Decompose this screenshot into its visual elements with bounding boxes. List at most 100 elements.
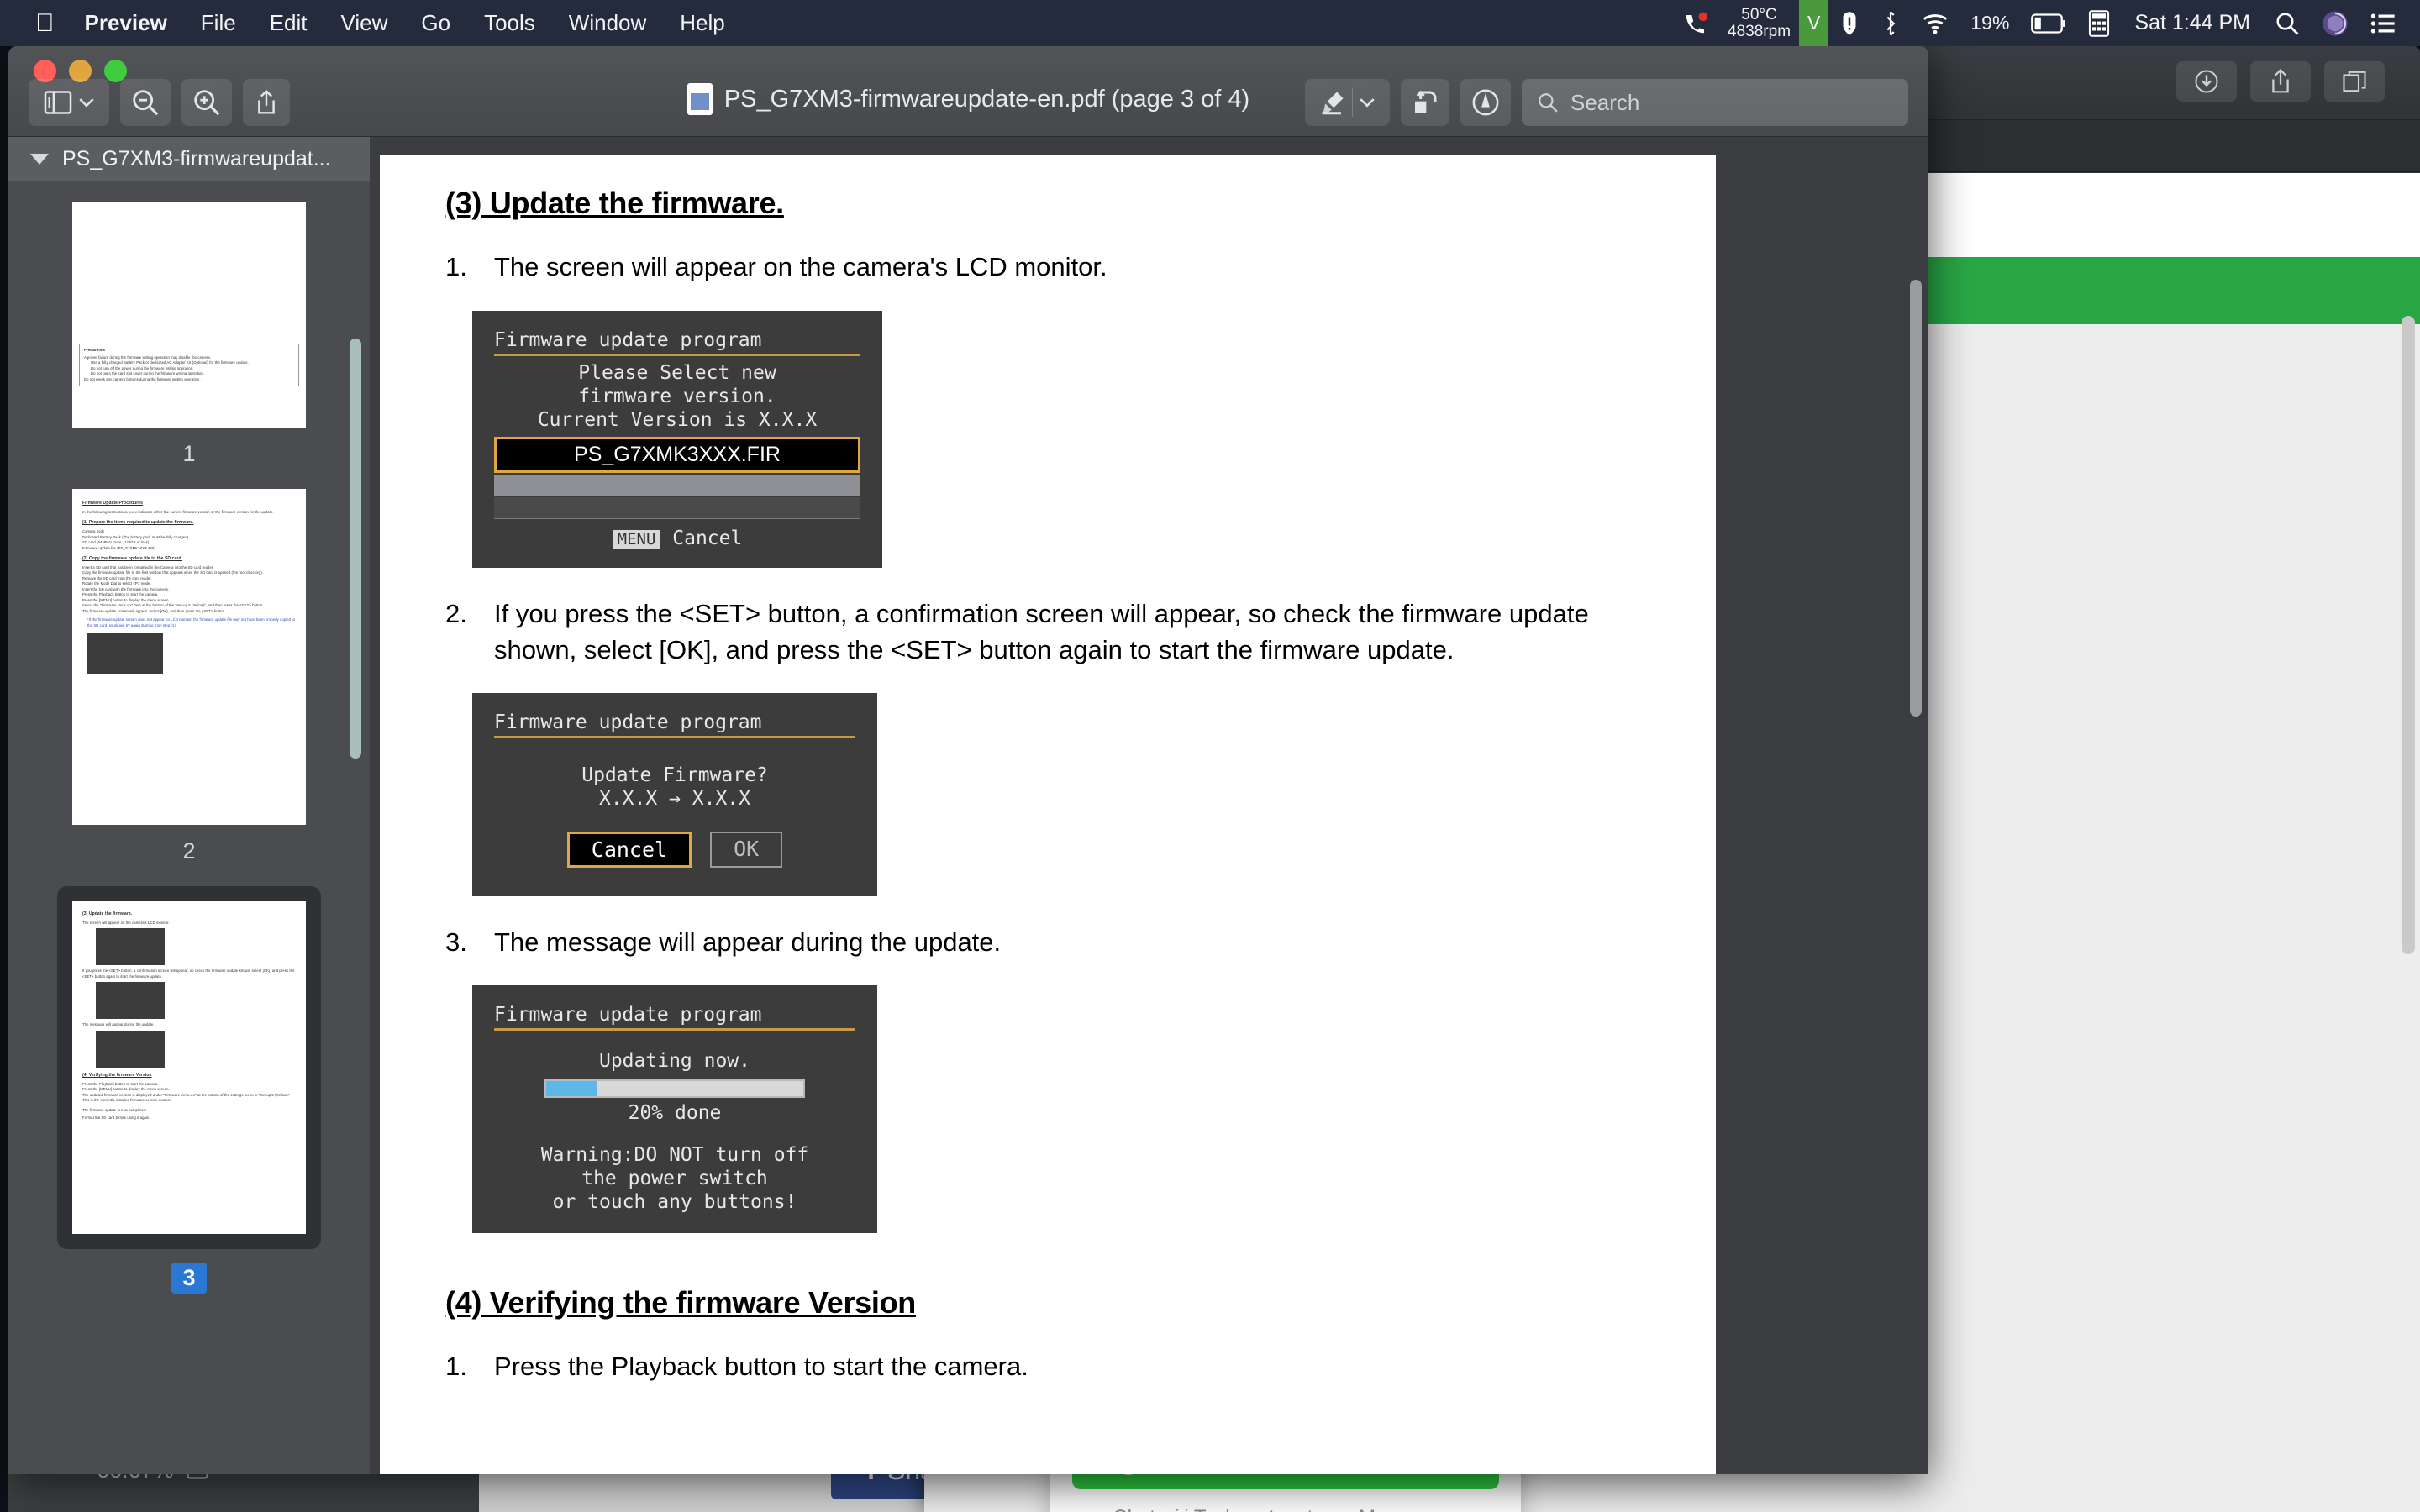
sidebar-toggle-button[interactable]	[29, 79, 109, 126]
precautions-title: Precautions	[84, 348, 106, 352]
preview-sidebar[interactable]: PS_G7XM3-firmwareupdat... Precautions A …	[8, 137, 370, 1474]
thumb3-h2: (4) Verifying the firmware Version	[82, 1072, 152, 1078]
camera-line: Please Select new	[578, 361, 776, 384]
siri-icon[interactable]	[2311, 0, 2360, 46]
menu-bar-app-menus:  Preview File Edit View Go Tools Window…	[0, 0, 742, 46]
menu-key-badge: MENU	[612, 529, 661, 549]
mac-menu-bar[interactable]:  Preview File Edit View Go Tools Window…	[0, 0, 2420, 46]
preview-toolbar-left	[29, 79, 290, 126]
menu-preview[interactable]: Preview	[68, 0, 184, 46]
chevron-down-icon	[79, 98, 94, 108]
camera-warning: Warning:DO NOT turn off	[540, 1144, 809, 1167]
camera-cancel-button: Cancel	[566, 831, 692, 868]
menu-window[interactable]: Window	[552, 0, 663, 46]
update-progress-bar	[544, 1079, 805, 1099]
thumb3-screenshot-3	[96, 1030, 165, 1068]
document-scrollbar[interactable]	[1910, 280, 1922, 717]
camera-firmware-file: PS_G7XMK3XXX.FIR	[494, 436, 860, 473]
thumb3-step: The message will appear during the updat…	[82, 1022, 155, 1027]
sidebar-thumbnail-list[interactable]: Precautions A power failure during the f…	[8, 181, 370, 1474]
document-view-area[interactable]: (3) Update the firmware. 1. The screen w…	[370, 137, 1928, 1474]
zoom-in-button[interactable]	[182, 79, 232, 126]
thumb2-screenshot	[87, 633, 163, 675]
page-thumbnail: Firmware Update Procedures In the follow…	[72, 489, 306, 825]
preview-share-button[interactable]	[243, 79, 290, 126]
search-placeholder: Search	[1570, 89, 1640, 115]
zoom-out-button[interactable]	[120, 79, 171, 126]
thumb2-item: Firmware update file (PS_G7XMK3XXX.FIR)	[82, 545, 155, 550]
sidebar-icon	[44, 91, 72, 114]
collapse-triangle-icon[interactable]	[30, 153, 49, 165]
thumbnail-page-2[interactable]: Firmware Update Procedures In the follow…	[8, 467, 370, 864]
menu-file[interactable]: File	[184, 0, 253, 46]
sidebar-header[interactable]: PS_G7XM3-firmwareupdat...	[8, 137, 370, 181]
menu-view[interactable]: View	[324, 0, 405, 46]
camera-line: Update Firmware?	[581, 764, 768, 787]
wifi-icon[interactable]	[1911, 0, 1960, 46]
preview-body: PS_G7XM3-firmwareupdat... Precautions A …	[8, 137, 1928, 1474]
step-number: 1.	[445, 1351, 467, 1381]
step-number: 1.	[445, 252, 467, 281]
phone-badge-icon[interactable]	[1672, 0, 1719, 46]
safari-toolbar-buttons	[2176, 61, 2385, 102]
camera-screen-title: Firmware update program	[494, 711, 855, 739]
thumb3-h1: (3) Update the firmware.	[82, 911, 133, 916]
screen-root: VnExpress - B... Quần thể du lị... + f	[0, 0, 2420, 1512]
safari-share-button[interactable]	[2250, 61, 2311, 102]
thumbnail-page-3[interactable]: (3) Update the firmware. The screen will…	[8, 864, 370, 1294]
thumb3-screenshot-1	[96, 928, 165, 966]
chevron-down-icon	[1360, 98, 1375, 108]
tab-overview-button[interactable]	[2324, 61, 2385, 102]
zoom-in-icon	[194, 90, 220, 116]
menu-edit[interactable]: Edit	[253, 0, 324, 46]
thumb2-item: The firmware update screen will appear. …	[82, 608, 226, 613]
spotlight-search-icon[interactable]	[2264, 0, 2311, 46]
calculator-icon[interactable]	[2077, 0, 2121, 46]
page-title: PS_G7XM3-firmwareupdate-en.pdf (page 3 o…	[723, 85, 1250, 113]
step-text: If you press the <SET> button, a confirm…	[494, 598, 1589, 664]
precautions-line: Do not press any camera buttons during t…	[84, 376, 201, 381]
thumbnail-page-number: 1	[182, 441, 196, 466]
camera-list-row	[494, 474, 860, 496]
thumbnail-selection-frame: (3) Update the firmware. The screen will…	[57, 886, 321, 1249]
camera-screen-updating: Firmware update program Updating now. 20…	[472, 985, 877, 1233]
camera-line: firmware version.	[578, 385, 776, 407]
annotate-button[interactable]	[1460, 79, 1511, 126]
battery-icon[interactable]	[2020, 0, 2077, 46]
menu-help[interactable]: Help	[663, 0, 741, 46]
share-icon	[258, 89, 275, 114]
menu-tools[interactable]: Tools	[467, 0, 552, 46]
menu-go[interactable]: Go	[404, 0, 467, 46]
temperature-monitor[interactable]: 50°C 4838rpm	[1719, 0, 1799, 46]
step-text: The message will appear during the updat…	[494, 927, 1002, 957]
thumb2-h1: (1) Prepare the items required to update…	[82, 520, 194, 526]
document-step-2: 2. If you press the <SET> button, a conf…	[445, 596, 1657, 669]
menu-bar-clock[interactable]: Sat 1:44 PM	[2121, 0, 2264, 46]
camera-warning: or touch any buttons!	[552, 1191, 797, 1214]
apple-menu-icon[interactable]: 	[22, 0, 68, 46]
messenger-subtext: Chat với Techspot.vn trong Messenger	[1072, 1506, 1499, 1512]
fan-speed: 4838rpm	[1728, 22, 1791, 40]
preview-window[interactable]: PS_G7XM3-firmwareupdate-en.pdf (page 3 o…	[8, 46, 1928, 1474]
pdf-page: (3) Update the firmware. 1. The screen w…	[380, 155, 1716, 1474]
sidebar-scrollbar[interactable]	[350, 339, 361, 759]
vpn-icon[interactable]: V	[1799, 0, 1829, 46]
downloads-button[interactable]	[2176, 61, 2237, 102]
menu-key-label: Cancel	[672, 527, 743, 549]
section-heading-3: (3) Update the firmware.	[445, 186, 784, 220]
search-input[interactable]: Search	[1522, 79, 1908, 126]
document-step-3: 3. The message will appear during the up…	[445, 925, 1657, 961]
battery-percent[interactable]: 19%	[1960, 0, 2020, 46]
bluetooth-icon[interactable]	[1870, 0, 1911, 46]
markup-pen-button[interactable]	[1305, 79, 1390, 126]
rotate-button[interactable]	[1401, 79, 1449, 126]
shield-icon[interactable]	[1828, 0, 1870, 46]
thumbnail-page-number: 3	[171, 1263, 207, 1294]
thumbnail-page-number: 2	[182, 838, 196, 864]
notification-center-icon[interactable]	[2360, 0, 2407, 46]
thumb2-h2: (2) Copy the firmware update file to the…	[82, 556, 183, 561]
safari-scrollbar[interactable]	[2402, 316, 2415, 954]
thumbnail-page-1[interactable]: Precautions A power failure during the f…	[8, 181, 370, 467]
zoom-out-icon	[133, 90, 159, 116]
update-progress-fill	[546, 1081, 598, 1097]
